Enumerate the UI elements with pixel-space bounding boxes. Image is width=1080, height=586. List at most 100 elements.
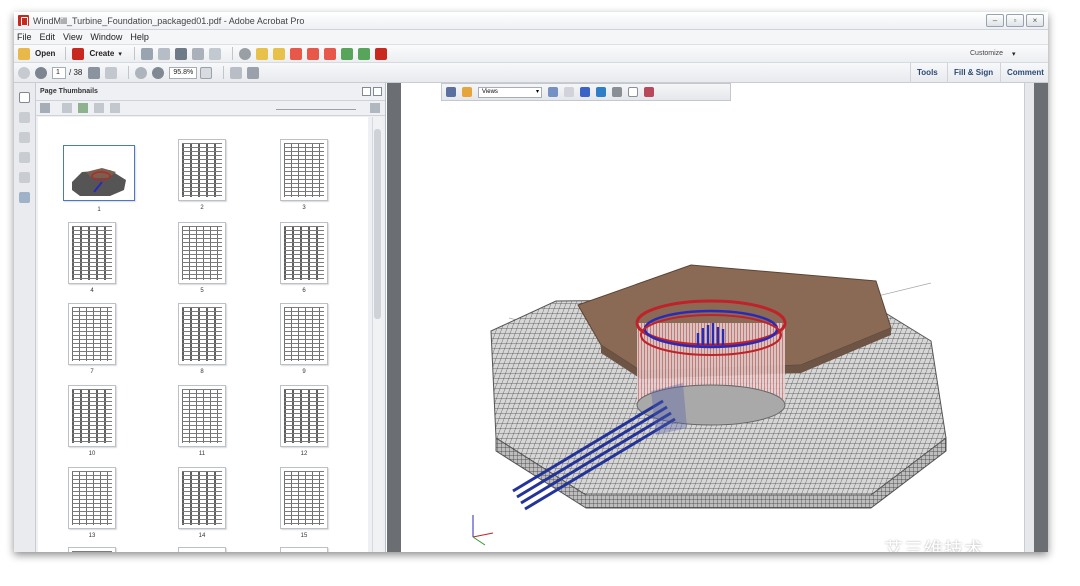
close-button[interactable]: × <box>1026 14 1044 27</box>
3d-model-view[interactable] <box>401 83 1034 552</box>
thumbnail-number: 7 <box>90 369 94 375</box>
comment-icon[interactable] <box>255 47 268 60</box>
page-thumbnail[interactable] <box>280 139 328 201</box>
page-thumbnail[interactable] <box>280 222 328 284</box>
bookmarks-icon[interactable] <box>19 112 30 123</box>
zoom-input[interactable]: 95.8% <box>169 66 198 79</box>
separator <box>231 47 233 60</box>
minimize-button[interactable]: – <box>986 14 1004 27</box>
share-icon[interactable] <box>357 47 370 60</box>
menu-window[interactable]: Window <box>90 32 122 42</box>
page-thumbnails-icon[interactable] <box>19 92 30 103</box>
page-thumbnail[interactable] <box>68 467 116 529</box>
export-icon[interactable] <box>340 47 353 60</box>
zoom-thumbnails-icon[interactable] <box>370 103 380 113</box>
thumbnail-number: 12 <box>300 451 308 457</box>
zoom-in-icon[interactable] <box>152 66 165 79</box>
delete-page-icon[interactable] <box>78 103 88 113</box>
title-bar: WindMill_Turbine_Foundation_packaged01.p… <box>14 12 1048 30</box>
page-thumbnail[interactable] <box>178 303 226 365</box>
page-thumbnail[interactable] <box>68 547 116 552</box>
panel-close-icon[interactable] <box>373 87 382 96</box>
stamp-icon[interactable] <box>323 47 336 60</box>
zoom-out-icon[interactable] <box>135 66 148 79</box>
prev-page-icon[interactable] <box>18 66 30 79</box>
menu-view[interactable]: View <box>63 32 82 42</box>
page-thumbnail[interactable] <box>280 303 328 365</box>
fit-page-icon[interactable] <box>247 66 260 79</box>
print-icon[interactable] <box>174 47 187 60</box>
page-thumbnail[interactable] <box>68 303 116 365</box>
page-number-input[interactable]: 1 <box>52 66 66 79</box>
create-dropdown-icon[interactable]: ▾ <box>118 50 122 58</box>
page-thumbnail[interactable] <box>178 547 226 552</box>
customize-dropdown-icon[interactable]: ▾ <box>1012 50 1016 58</box>
speech-icon[interactable] <box>272 47 285 60</box>
table-preview <box>182 389 222 443</box>
customize-button[interactable]: Customize <box>970 50 1003 57</box>
page-total: / 38 <box>69 68 83 77</box>
page-thumbnail[interactable] <box>178 385 226 447</box>
rotate-page-icon[interactable] <box>94 103 104 113</box>
table-preview <box>72 471 112 525</box>
create-pdf-icon[interactable] <box>72 47 85 60</box>
document-viewport: Views ▾ <box>387 83 1048 552</box>
table-preview <box>284 307 324 361</box>
document-scrollbar[interactable] <box>1024 83 1034 552</box>
insert-page-icon[interactable] <box>62 103 72 113</box>
main-toolbar: Open Create ▾ Customize ▾ <box>14 44 1048 63</box>
table-preview <box>284 389 324 443</box>
thumbnail-scrollbar[interactable] <box>372 117 382 552</box>
thumbnail-number: 14 <box>198 533 206 539</box>
zoom-dropdown-icon[interactable] <box>200 66 213 79</box>
select-tool-icon[interactable] <box>88 66 101 79</box>
thumbnail-size-slider[interactable] <box>276 104 356 110</box>
open-button[interactable]: Open <box>35 49 55 58</box>
signatures-icon[interactable] <box>19 172 30 183</box>
tab-tools[interactable]: Tools <box>910 63 944 83</box>
window-title: WindMill_Turbine_Foundation_packaged01.p… <box>33 15 305 26</box>
menu-help[interactable]: Help <box>130 32 149 42</box>
attachment-icon[interactable] <box>19 132 30 143</box>
thumbnail-options-icon[interactable] <box>40 103 50 113</box>
table-preview <box>72 551 112 552</box>
page-thumbnail[interactable] <box>178 139 226 201</box>
table-preview <box>284 226 324 280</box>
thumbnail-number: 5 <box>200 288 204 294</box>
maximize-button[interactable]: ▫ <box>1006 14 1024 27</box>
fit-width-icon[interactable] <box>230 66 243 79</box>
page-thumbnail[interactable] <box>63 145 135 201</box>
panel-toolbar <box>36 101 385 116</box>
page-thumbnail[interactable] <box>280 467 328 529</box>
next-page-icon[interactable] <box>35 66 47 79</box>
menu-edit[interactable]: Edit <box>40 32 56 42</box>
tab-comment[interactable]: Comment <box>1000 63 1048 83</box>
menu-file[interactable]: File <box>17 32 32 42</box>
save-icon[interactable] <box>140 47 153 60</box>
create-button[interactable]: Create <box>89 49 114 58</box>
table-preview <box>182 471 222 525</box>
page-thumbnail[interactable] <box>178 222 226 284</box>
model-tree-icon[interactable] <box>19 192 30 203</box>
cloud-icon[interactable] <box>157 47 170 60</box>
sign-icon[interactable] <box>374 47 387 60</box>
table-preview <box>72 307 112 361</box>
panel-options-icon[interactable] <box>362 87 371 96</box>
layers-icon[interactable] <box>19 152 30 163</box>
edit-icon[interactable] <box>191 47 204 60</box>
page-thumbnail[interactable] <box>68 385 116 447</box>
hand-tool-icon[interactable] <box>105 66 118 79</box>
tab-fill-sign[interactable]: Fill & Sign <box>947 63 999 83</box>
highlight-icon[interactable] <box>289 47 302 60</box>
print-page-icon[interactable] <box>110 103 120 113</box>
page-thumbnail[interactable] <box>280 385 328 447</box>
separator <box>128 66 130 79</box>
settings-icon[interactable] <box>238 47 251 60</box>
page-thumbnail[interactable] <box>178 467 226 529</box>
email-icon[interactable] <box>208 47 221 60</box>
scrollbar-thumb[interactable] <box>374 129 381 319</box>
page-thumbnail[interactable] <box>280 547 328 552</box>
pen-icon[interactable] <box>306 47 319 60</box>
page-thumbnail[interactable] <box>68 222 116 284</box>
folder-icon[interactable] <box>18 47 30 60</box>
